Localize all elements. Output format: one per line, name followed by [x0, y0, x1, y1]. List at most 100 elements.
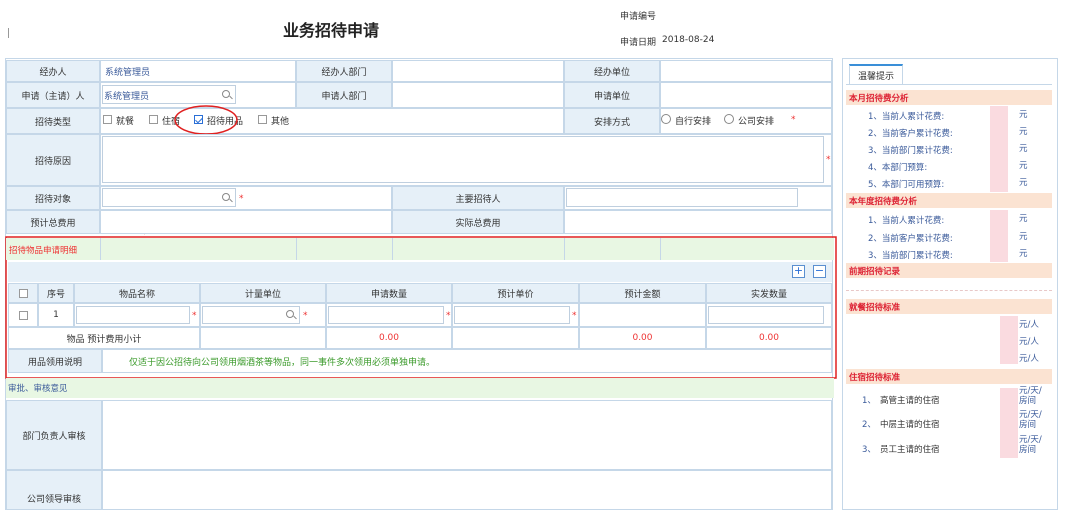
meal-values [1000, 316, 1018, 364]
actual-total-label: 实际总费用 [392, 210, 564, 234]
detail-section-title: 招待物品申请明细 [9, 246, 78, 256]
actual-total-value [564, 210, 832, 234]
currency-unit: 元 [1019, 161, 1028, 171]
select-all-checkbox[interactable] [18, 288, 28, 298]
yearly-item: 2、当前客户累计花费: [868, 234, 953, 244]
lodging-values [1000, 388, 1018, 458]
highlight-ellipse [174, 105, 238, 135]
tab-underline [846, 84, 1052, 85]
company-leader-label: 公司领导审核 [6, 470, 102, 510]
required-mark: * [192, 311, 197, 321]
col-header: 物品名称 [74, 283, 200, 303]
est-total-label: 预计总费用 [6, 210, 100, 234]
divider [660, 238, 661, 260]
usage-label: 用品领用说明 [8, 349, 102, 373]
monthly-item: 5、本部门可用预算: [868, 180, 945, 190]
col-header: 申请数量 [326, 283, 452, 303]
required-mark: * [826, 155, 831, 165]
monthly-item: 2、当前客户累计花费: [868, 129, 953, 139]
currency-unit: 元 [1019, 214, 1028, 224]
target-label: 招待对象 [6, 186, 100, 210]
price-input[interactable] [454, 306, 570, 324]
lodging-unit: 元/天/房间 [1019, 386, 1042, 406]
col-header: 实发数量 [706, 283, 832, 303]
required-mark: * [239, 194, 244, 204]
history-title: 前期招待记录 [846, 263, 1052, 278]
reason-label: 招待原因 [6, 134, 100, 186]
required-mark: * [446, 311, 451, 321]
monthly-title: 本月招待费分析 [846, 90, 1052, 105]
col-header: 计量单位 [200, 283, 326, 303]
subtotal-label: 物品 预计费用小计 [8, 327, 200, 349]
meal-unit: 元/人 [1019, 320, 1039, 330]
dept-head-label: 部门负责人审核 [6, 400, 102, 470]
qty-input[interactable] [328, 306, 444, 324]
lodging-name: 高管主请的住宿 [880, 396, 940, 406]
row-checkbox[interactable] [18, 310, 28, 320]
divider [100, 238, 101, 260]
required-mark: * [572, 311, 577, 321]
subtotal-empty [452, 327, 579, 349]
amount-cell [579, 303, 706, 327]
yearly-values [990, 210, 1008, 262]
row-select-cell [8, 303, 38, 327]
issued-input[interactable] [708, 306, 824, 324]
subtotal-qty: 0.00 [326, 327, 452, 349]
remove-row-button[interactable]: − [813, 265, 826, 278]
monthly-item: 3、当前部门累计花费: [868, 146, 953, 156]
yearly-item: 1、当前人累计花费: [868, 216, 945, 226]
lodging-title: 住宿招待标准 [846, 369, 1052, 384]
subtotal-amount: 0.00 [579, 327, 706, 349]
monthly-values [990, 106, 1008, 192]
divider [296, 238, 297, 260]
detail-section-bar [6, 238, 834, 260]
reason-textarea[interactable] [102, 136, 824, 183]
currency-unit: 元 [1019, 178, 1028, 188]
yearly-item: 3、当前部门累计花费: [868, 251, 953, 261]
detail-toolbar [8, 262, 832, 282]
dept-head-opinion[interactable] [102, 400, 832, 470]
subtotal-issued: 0.00 [706, 327, 832, 349]
lodging-name: 中层主请的住宿 [880, 420, 940, 430]
meal-title: 就餐招待标准 [846, 299, 1052, 314]
main-host-label: 主要招待人 [392, 186, 564, 210]
lodging-index: 3、 [862, 445, 876, 455]
required-mark: * [303, 311, 308, 321]
yearly-title: 本年度招待费分析 [846, 193, 1052, 208]
col-header: 预计单价 [452, 283, 579, 303]
lodging-index: 1、 [862, 396, 876, 406]
lodging-index: 2、 [862, 420, 876, 430]
meal-unit: 元/人 [1019, 354, 1039, 364]
currency-unit: 元 [1019, 232, 1028, 242]
col-header: 序号 [38, 283, 74, 303]
main-host-input[interactable] [566, 188, 798, 207]
row-number: 1 [38, 303, 74, 327]
search-icon[interactable] [286, 310, 294, 318]
approval-section-title: 审批、审核意见 [8, 384, 68, 394]
target-input[interactable] [102, 188, 236, 207]
lodging-unit: 元/天/房间 [1019, 410, 1042, 430]
company-leader-opinion[interactable] [102, 470, 832, 510]
monthly-item: 1、当前人累计花费: [868, 112, 945, 122]
currency-unit: 元 [1019, 249, 1028, 259]
currency-unit: 元 [1019, 110, 1028, 120]
col-header: 预计金额 [579, 283, 706, 303]
subtotal-empty [200, 327, 326, 349]
item-name-input[interactable] [76, 306, 190, 324]
tab-tips[interactable]: 温馨提示 [849, 64, 903, 84]
lodging-name: 员工主请的住宿 [880, 445, 940, 455]
select-all-cell [8, 283, 38, 303]
divider [846, 290, 1052, 291]
currency-unit: 元 [1019, 127, 1028, 137]
est-total-value [100, 210, 392, 234]
divider [564, 238, 565, 260]
currency-unit: 元 [1019, 144, 1028, 154]
divider [392, 238, 393, 260]
search-icon[interactable] [222, 193, 230, 201]
approval-section-bar [6, 378, 834, 398]
meal-unit: 元/人 [1019, 337, 1039, 347]
usage-text: 仅适于因公招待向公司领用烟酒茶等物品，同一事件多次领用必须单独申请。 [102, 349, 832, 373]
lodging-unit: 元/天/房间 [1019, 435, 1042, 455]
add-row-button[interactable]: + [792, 265, 805, 278]
monthly-item: 4、本部门预算: [868, 163, 928, 173]
